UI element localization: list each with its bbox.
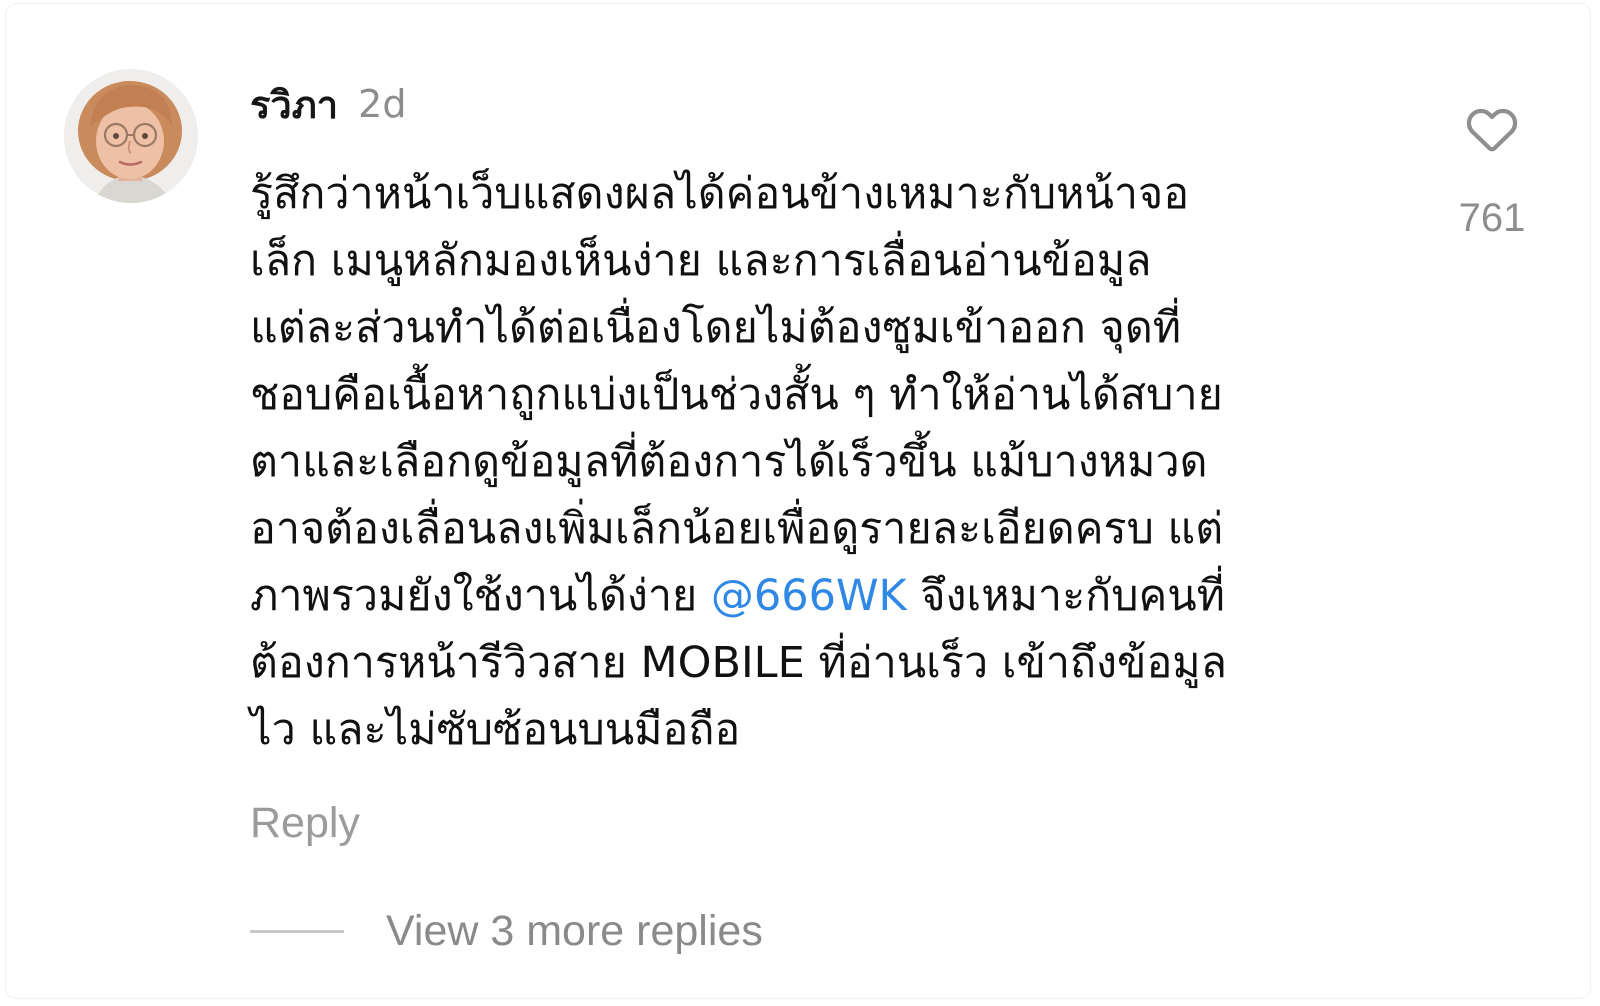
comment-line: เล็ก เมนูหลักมองเห็นง่าย และการเลื่อนอ่า… (250, 236, 1152, 286)
comment-line: ตาและเลือกดูข้อมูลที่ต้องการได้เร็วขึ้น … (250, 437, 1208, 487)
timestamp: 2d (358, 82, 407, 126)
reply-button[interactable]: Reply (250, 799, 360, 848)
thread-divider (250, 929, 344, 933)
like-section: 761 (1452, 98, 1532, 241)
comment-line: อาจต้องเลื่อนลงเพิ่มเล็กน้อยเพื่อดูรายละ… (250, 504, 1224, 554)
comment-card: รวิภา 2d รู้สึกว่าหน้าเว็บแสดงผลได้ค่อนข… (6, 4, 1590, 998)
mention-link[interactable]: @666WK (711, 571, 907, 621)
username[interactable]: รวิภา (250, 74, 338, 135)
comment-line: แต่ละส่วนทำได้ต่อเนื่องโดยไม่ต้องซูมเข้า… (250, 303, 1182, 353)
comment-text: รู้สึกว่าหน้าเว็บแสดงผลได้ค่อนข้างเหมาะก… (250, 161, 1400, 764)
comment-line: ชอบคือเนื้อหาถูกแบ่งเป็นช่วงสั้น ๆ ทำให้… (250, 370, 1223, 420)
view-more-replies-label: View 3 more replies (386, 906, 763, 955)
comment-line-with-mention: ภาพรวมยังใช้งานได้ง่าย @666WK จึงเหมาะกั… (250, 563, 1400, 630)
comment-text-fragment: จึงเหมาะกับคนที่ (906, 571, 1226, 621)
avatar-image (64, 69, 198, 203)
comment-text-fragment: ภาพรวมยังใช้งานได้ง่าย (250, 571, 711, 621)
comment-header: รวิภา 2d (250, 78, 406, 130)
comment-line: ไว และไม่ซับซ้อนบนมือถือ (250, 705, 741, 755)
like-count: 761 (1458, 196, 1526, 240)
comment-line: รู้สึกว่าหน้าเว็บแสดงผลได้ค่อนข้างเหมาะก… (250, 169, 1190, 219)
comment-line: ต้องการหน้ารีวิวสาย MOBILE ที่อ่านเร็ว เ… (250, 638, 1227, 688)
view-more-replies-button[interactable]: View 3 more replies (250, 902, 763, 960)
avatar[interactable] (64, 69, 198, 203)
heart-outline-icon[interactable] (1461, 98, 1523, 158)
